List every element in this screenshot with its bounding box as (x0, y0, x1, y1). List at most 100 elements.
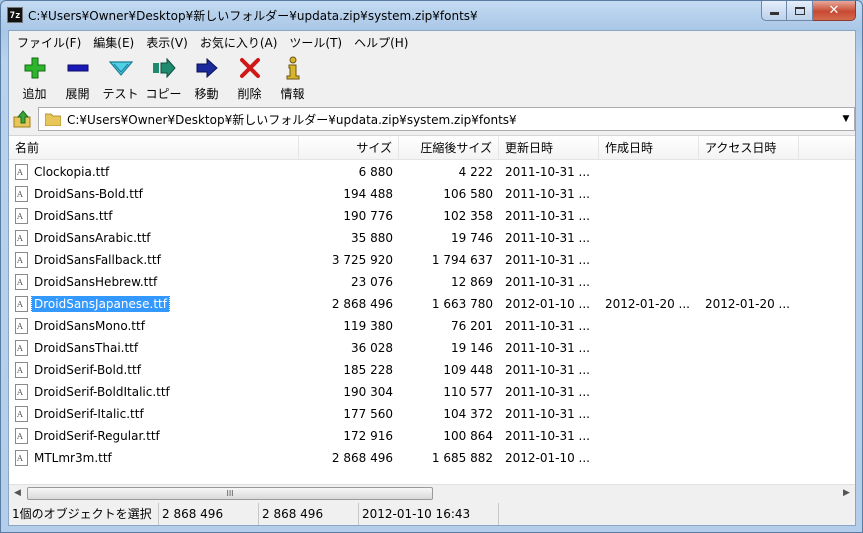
address-path: C:¥Users¥Owner¥Desktop¥新しいフォルダー¥updata.z… (67, 112, 517, 127)
file-size: 172 916 (343, 429, 393, 443)
column-filler (799, 136, 855, 160)
file-row[interactable]: DroidSansMono.ttf 119 380 76 201 2011-10-31… (9, 315, 855, 337)
column-modified[interactable]: 更新日時 (499, 136, 599, 160)
title-bar[interactable]: 7z C:¥Users¥Owner¥Desktop¥新しいフォルダー¥updat… (1, 1, 862, 29)
font-file-icon (15, 230, 28, 246)
file-row[interactable]: DroidSerif-Bold.ttf 185 228 109 448 2011-10… (9, 359, 855, 381)
file-row[interactable]: Clockopia.ttf 6 880 4 222 2011-10-31 ... (9, 161, 855, 183)
file-name: DroidSans.ttf (34, 209, 113, 223)
file-modified: 2011-10-31 ... (505, 429, 590, 443)
file-modified: 2011-10-31 ... (505, 275, 590, 289)
font-file-icon (15, 340, 28, 356)
menu-view[interactable]: 表示(V) (140, 31, 194, 53)
menu-tools[interactable]: ツール(T) (283, 31, 348, 53)
file-name-cell: DroidSansFallback.ttf (9, 252, 299, 268)
file-size: 194 488 (343, 187, 393, 201)
up-folder-button[interactable] (9, 107, 37, 131)
file-size: 119 380 (343, 319, 393, 333)
file-row[interactable]: MTLmr3m.ttf 2 868 496 1 685 882 2012-01-10 … (9, 447, 855, 469)
font-file-icon (15, 208, 28, 224)
column-created[interactable]: 作成日時 (599, 136, 699, 160)
file-modified: 2012-01-10 ... (505, 451, 590, 465)
font-file-icon (15, 186, 28, 202)
scroll-right-icon[interactable]: ▶ (838, 485, 855, 502)
file-modified: 2011-10-31 ... (505, 187, 590, 201)
client-area: ファイル(F) 編集(E) 表示(V) お気に入り(A) ツール(T) ヘルプ(… (8, 30, 856, 526)
file-row[interactable]: DroidSerif-BoldItalic.ttf 190 304 110 577 2… (9, 381, 855, 403)
file-modified: 2011-10-31 ... (505, 231, 590, 245)
file-packed-size: 106 580 (443, 187, 493, 201)
status-packed-size: 2 868 496 (259, 503, 359, 525)
file-name: DroidSerif-Regular.ttf (34, 429, 160, 443)
toolbar: 追加 展開 テスト コピー 移動 削除 情報 (9, 53, 855, 105)
menu-file[interactable]: ファイル(F) (11, 31, 87, 53)
column-packed-size[interactable]: 圧縮後サイズ (399, 136, 499, 160)
file-packed-size: 102 358 (443, 209, 493, 223)
file-list: 名前 サイズ 圧縮後サイズ 更新日時 作成日時 アクセス日時 Clockopia… (9, 135, 855, 501)
file-row[interactable]: DroidSansJapanese.ttf 2 868 496 1 663 780 2… (9, 293, 855, 315)
status-size: 2 868 496 (159, 503, 259, 525)
menu-edit[interactable]: 編集(E) (87, 31, 140, 53)
file-packed-size: 1 685 882 (431, 451, 493, 465)
column-accessed[interactable]: アクセス日時 (699, 136, 799, 160)
status-bar: 1個のオブジェクトを選択 2 868 496 2 868 496 2012-01… (9, 503, 855, 525)
test-button[interactable]: テスト (99, 53, 142, 105)
file-name: MTLmr3m.ttf (34, 451, 112, 465)
file-name: DroidSansArabic.ttf (34, 231, 151, 245)
file-size: 190 304 (343, 385, 393, 399)
delete-button[interactable]: 削除 (228, 53, 271, 105)
file-name-cell: DroidSans.ttf (9, 208, 299, 224)
file-packed-size: 104 372 (443, 407, 493, 421)
test-icon (108, 56, 133, 80)
file-packed-size: 19 146 (451, 341, 493, 355)
close-button[interactable]: ✕ (813, 1, 856, 21)
file-modified: 2011-10-31 ... (505, 165, 590, 179)
extract-button[interactable]: 展開 (56, 53, 99, 105)
app-icon[interactable]: 7z (7, 7, 23, 23)
info-button[interactable]: 情報 (271, 53, 314, 105)
file-name: DroidSerif-BoldItalic.ttf (34, 385, 170, 399)
file-row[interactable]: DroidSans.ttf 190 776 102 358 2011-10-31 ..… (9, 205, 855, 227)
menu-favorites[interactable]: お気に入り(A) (194, 31, 284, 53)
add-icon (23, 56, 47, 80)
file-row[interactable]: DroidSansArabic.ttf 35 880 19 746 2011-10-3… (9, 227, 855, 249)
test-label: テスト (102, 87, 139, 101)
window-title: C:¥Users¥Owner¥Desktop¥新しいフォルダー¥updata.z… (28, 9, 478, 23)
file-row[interactable]: DroidSansHebrew.ttf 23 076 12 869 2011-10-3… (9, 271, 855, 293)
info-label: 情報 (280, 87, 305, 101)
file-packed-size: 4 222 (458, 165, 493, 179)
font-file-icon (15, 428, 28, 444)
file-row[interactable]: DroidSansFallback.ttf 3 725 920 1 794 637 2… (9, 249, 855, 271)
file-name-cell: DroidSansMono.ttf (9, 318, 299, 334)
move-button[interactable]: 移動 (185, 53, 228, 105)
delete-label: 削除 (237, 87, 262, 101)
copy-button[interactable]: コピー (142, 53, 185, 105)
file-row[interactable]: DroidSerif-Regular.ttf 172 916 100 864 2011… (9, 425, 855, 447)
file-name: DroidSansFallback.ttf (34, 253, 161, 267)
file-row[interactable]: DroidSans-Bold.ttf 194 488 106 580 2011-10-… (9, 183, 855, 205)
file-name: DroidSansJapanese.ttf (31, 296, 170, 312)
horizontal-scrollbar[interactable]: ◀ III ▶ (9, 484, 855, 501)
file-name: DroidSerif-Italic.ttf (34, 407, 144, 421)
move-icon (195, 56, 219, 80)
address-field[interactable]: C:¥Users¥Owner¥Desktop¥新しいフォルダー¥updata.z… (38, 107, 855, 131)
extract-label: 展開 (65, 87, 90, 101)
file-packed-size: 100 864 (443, 429, 493, 443)
move-label: 移動 (194, 87, 219, 101)
up-arrow-icon (13, 110, 31, 128)
add-button[interactable]: 追加 (13, 53, 56, 105)
menu-bar: ファイル(F) 編集(E) 表示(V) お気に入り(A) ツール(T) ヘルプ(… (9, 31, 855, 53)
scroll-left-icon[interactable]: ◀ (9, 485, 26, 502)
column-size[interactable]: サイズ (299, 136, 399, 160)
file-row[interactable]: DroidSerif-Italic.ttf 177 560 104 372 2011-… (9, 403, 855, 425)
font-file-icon (15, 252, 28, 268)
file-accessed: 2012-01-20 ... (705, 297, 790, 311)
file-row[interactable]: DroidSansThai.ttf 36 028 19 146 2011-10-31 … (9, 337, 855, 359)
chevron-down-icon[interactable]: ▼ (838, 114, 854, 124)
column-name[interactable]: 名前 (9, 136, 299, 160)
scrollbar-thumb[interactable]: III (27, 487, 433, 500)
maximize-button[interactable] (787, 1, 813, 21)
minimize-button[interactable] (761, 1, 787, 21)
font-file-icon (15, 406, 28, 422)
menu-help[interactable]: ヘルプ(H) (348, 31, 414, 53)
